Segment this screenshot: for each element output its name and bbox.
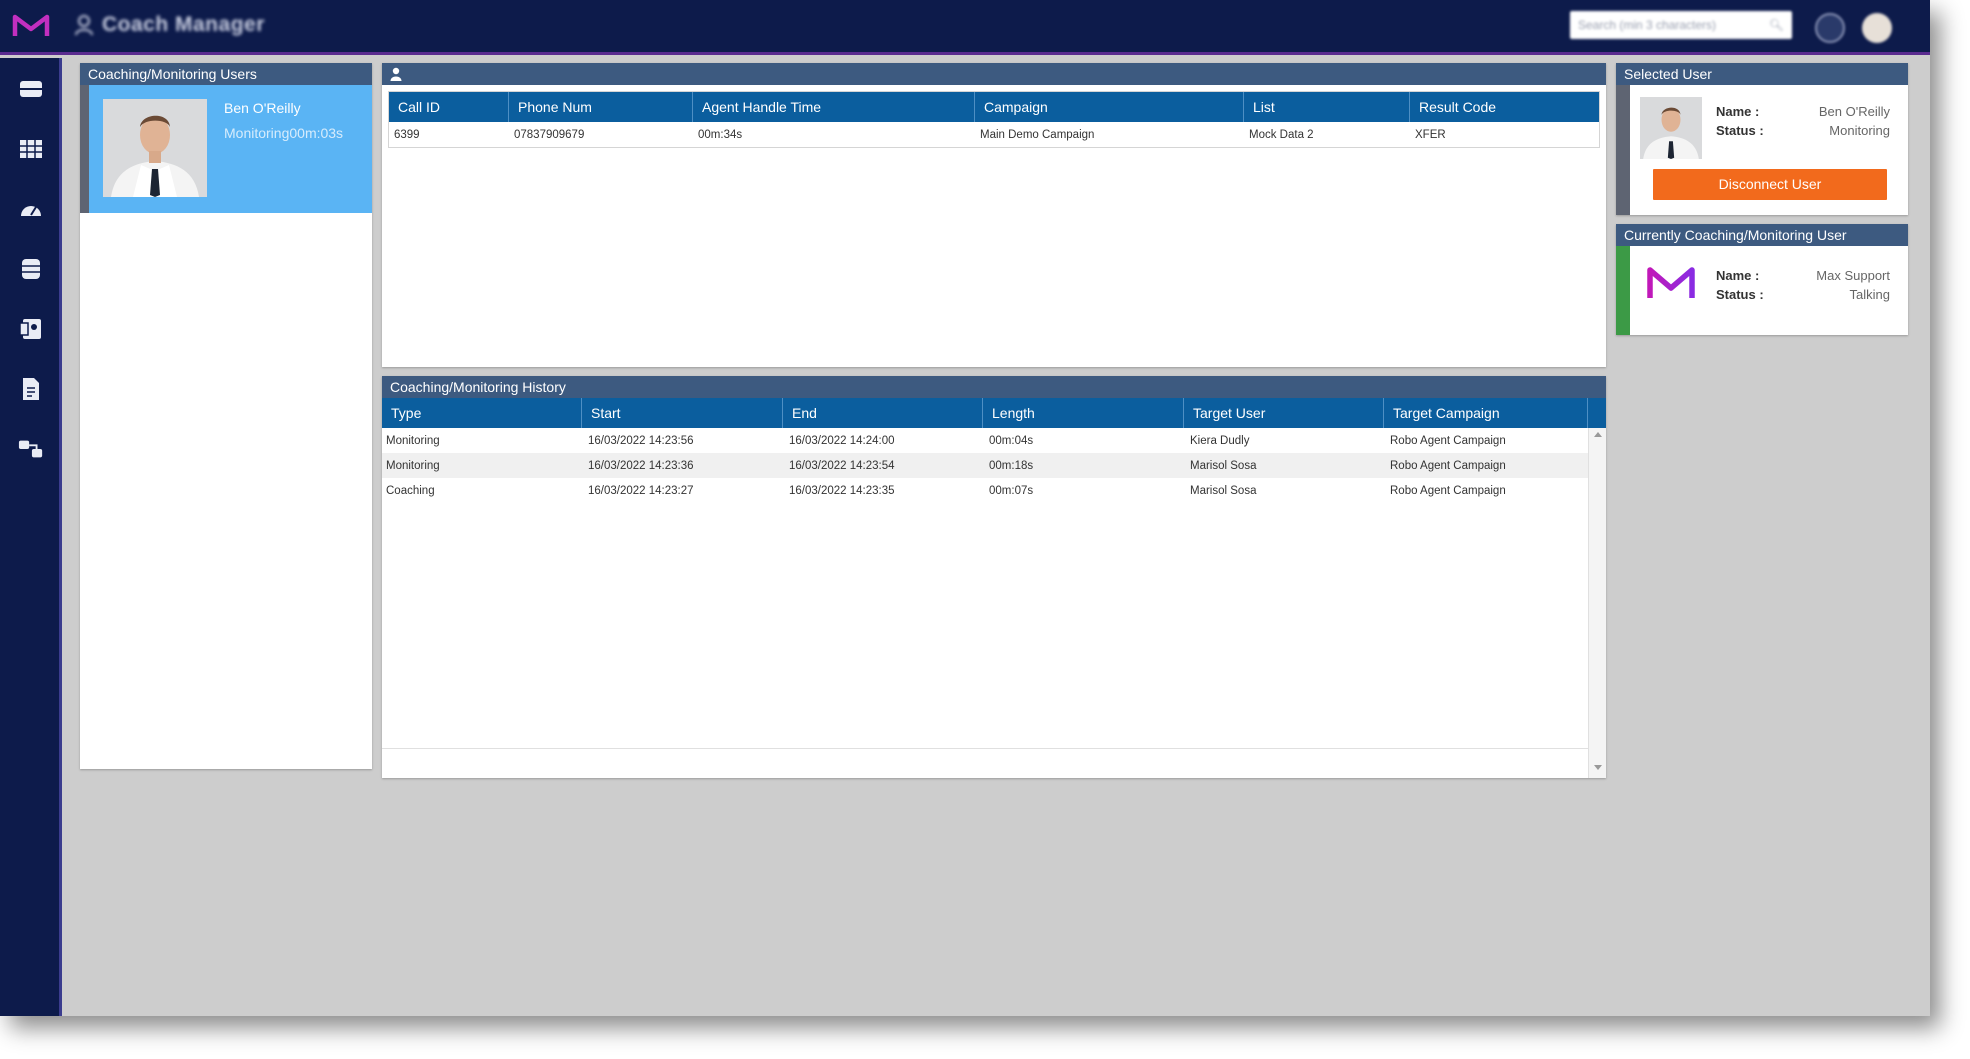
app-title: Coach Manager: [74, 13, 265, 37]
database-icon[interactable]: [18, 258, 44, 280]
calls-panel: Call ID Phone Num Agent Handle Time Camp…: [382, 63, 1606, 367]
user-photo: [103, 99, 207, 197]
column-header[interactable]: Start: [582, 398, 783, 428]
table-cell: Robo Agent Campaign: [1390, 459, 1506, 472]
column-header[interactable]: Campaign: [975, 92, 1244, 122]
table-cell: 16/03/2022 14:23:56: [588, 434, 694, 447]
name-label: Name :: [1716, 104, 1760, 119]
column-header[interactable]: Length: [983, 398, 1184, 428]
current-user-panel: Currently Coaching/Monitoring User Name …: [1616, 224, 1908, 335]
users-panel-title: Coaching/Monitoring Users: [80, 63, 372, 85]
document-icon[interactable]: [18, 378, 44, 400]
table-cell: 07837909679: [514, 128, 585, 141]
table-cell: Mock Data 2: [1249, 128, 1314, 141]
selected-user-panel: Selected User Name : Status : Ben O'Reil…: [1616, 63, 1908, 215]
table-cell: 6399: [394, 128, 420, 141]
selected-user-title: Selected User: [1616, 63, 1908, 85]
gauge-icon[interactable]: [18, 198, 44, 220]
table-cell: Kiera Dudly: [1190, 434, 1250, 447]
table-cell: 00m:07s: [989, 484, 1034, 497]
column-header[interactable]: List: [1244, 92, 1410, 122]
brand-logo-icon: [1647, 267, 1695, 298]
contacts-icon[interactable]: [18, 318, 44, 340]
table-cell: 00m:34s: [698, 128, 743, 141]
sidebar: [0, 58, 62, 1016]
table-cell: 16/03/2022 14:23:27: [588, 484, 694, 497]
column-header[interactable]: Target User: [1184, 398, 1384, 428]
scroll-up-icon[interactable]: [1594, 432, 1602, 437]
column-header[interactable]: Call ID: [389, 92, 509, 122]
current-user-title: Currently Coaching/Monitoring User: [1616, 224, 1908, 246]
current-user-name: Max Support: [1816, 268, 1890, 283]
table-cell: Marisol Sosa: [1190, 459, 1257, 472]
status-label: Status :: [1716, 123, 1764, 138]
avatar[interactable]: [1862, 13, 1892, 43]
user-name: Ben O'Reilly: [224, 100, 301, 116]
column-header[interactable]: Phone Num: [509, 92, 693, 122]
table-cell: Main Demo Campaign: [980, 128, 1095, 141]
table-cell: 16/03/2022 14:24:00: [789, 434, 895, 447]
table-cell: 16/03/2022 14:23:36: [588, 459, 694, 472]
history-panel: Coaching/Monitoring History Type Start E…: [382, 376, 1606, 778]
header-spacer: [1588, 398, 1606, 428]
table-row[interactable]: Monitoring 16/03/2022 14:23:36 16/03/202…: [382, 453, 1588, 478]
scroll-down-icon[interactable]: [1594, 765, 1602, 770]
inbox-icon[interactable]: [18, 78, 44, 100]
column-header[interactable]: End: [783, 398, 983, 428]
status-stripe: [1616, 85, 1630, 215]
users-panel: Coaching/Monitoring Users Ben O'Reilly M…: [80, 63, 372, 769]
table-row[interactable]: Coaching 16/03/2022 14:23:27 16/03/2022 …: [382, 478, 1588, 503]
user-icon: [390, 67, 402, 81]
calls-panel-header: [382, 63, 1606, 85]
app-title-text: Coach Manager: [102, 13, 265, 36]
table-cell: 00m:04s: [989, 434, 1034, 447]
table-cell: 00m:18s: [989, 459, 1034, 472]
history-footer-divider: [382, 748, 1588, 749]
network-icon[interactable]: [18, 438, 44, 460]
user-monitoring-state: Monitoring00m:03s: [224, 125, 344, 141]
search-placeholder: Search (min 3 characters): [1578, 18, 1717, 32]
brand-logo-icon[interactable]: [12, 12, 50, 40]
table-row[interactable]: 6399 07837909679 00m:34s Main Demo Campa…: [389, 122, 1599, 147]
current-user-status: Talking: [1849, 287, 1890, 302]
name-label: Name :: [1716, 268, 1760, 283]
status-stripe: [1616, 246, 1630, 335]
column-header[interactable]: Agent Handle Time: [693, 92, 975, 122]
selected-user-photo: [1640, 97, 1702, 159]
table-row[interactable]: Monitoring 16/03/2022 14:23:56 16/03/202…: [382, 428, 1588, 453]
search-input[interactable]: Search (min 3 characters) 🔍︎: [1570, 11, 1792, 39]
table-cell: Monitoring: [386, 459, 440, 472]
table-cell: XFER: [1415, 128, 1446, 141]
column-header[interactable]: Type: [382, 398, 582, 428]
column-header[interactable]: Target Campaign: [1384, 398, 1588, 428]
history-panel-title: Coaching/Monitoring History: [382, 376, 1606, 398]
table-cell: Robo Agent Campaign: [1390, 434, 1506, 447]
table-cell: Coaching: [386, 484, 435, 497]
history-rows: Monitoring 16/03/2022 14:23:56 16/03/202…: [382, 428, 1588, 503]
user-icon: [75, 15, 93, 36]
history-table: Type Start End Length Target User Target…: [382, 398, 1606, 778]
selected-user-name: Ben O'Reilly: [1818, 104, 1890, 119]
table-cell: Marisol Sosa: [1190, 484, 1257, 497]
column-header[interactable]: Result Code: [1410, 92, 1599, 122]
history-scrollbar[interactable]: [1588, 428, 1606, 778]
search-icon[interactable]: 🔍︎: [1769, 18, 1784, 32]
table-cell: 16/03/2022 14:23:35: [789, 484, 895, 497]
table-cell: Monitoring: [386, 434, 440, 447]
calls-table: Call ID Phone Num Agent Handle Time Camp…: [388, 91, 1600, 148]
calls-table-header: Call ID Phone Num Agent Handle Time Camp…: [389, 92, 1599, 122]
user-card[interactable]: Ben O'Reilly Monitoring00m:03s: [80, 85, 372, 213]
history-table-header: Type Start End Length Target User Target…: [382, 398, 1606, 428]
table-cell: Robo Agent Campaign: [1390, 484, 1506, 497]
top-bar: Coach Manager Search (min 3 characters) …: [0, 0, 1930, 55]
disconnect-user-button[interactable]: Disconnect User: [1653, 169, 1887, 200]
selected-user-status: Monitoring: [1829, 123, 1890, 138]
table-icon[interactable]: [18, 138, 44, 160]
app-window: Coach Manager Search (min 3 characters) …: [0, 0, 1930, 1016]
table-cell: 16/03/2022 14:23:54: [789, 459, 895, 472]
settings-icon[interactable]: [1815, 13, 1845, 43]
status-label: Status :: [1716, 287, 1764, 302]
